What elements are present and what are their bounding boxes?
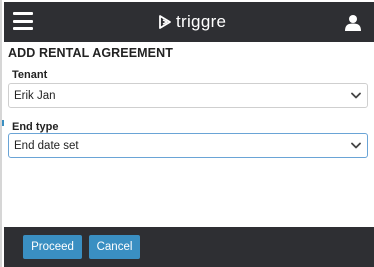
footer-bar: Proceed Cancel — [4, 227, 374, 267]
end-type-select-value: End date set — [14, 139, 79, 152]
cancel-button[interactable]: Cancel — [89, 235, 140, 259]
brand-name: triggre — [176, 12, 227, 31]
user-icon[interactable] — [345, 14, 361, 31]
hamburger-menu-icon[interactable] — [13, 12, 33, 30]
top-bar: triggre — [4, 2, 374, 42]
page-title: ADD RENTAL AGREEMENT — [8, 46, 173, 60]
end-type-select[interactable]: End date set — [8, 133, 368, 158]
end-type-label: End type — [12, 121, 59, 133]
app-window: triggre ADD RENTAL AGREEMENT Tenant Erik… — [0, 0, 374, 267]
edge-marker — [2, 120, 4, 126]
proceed-button[interactable]: Proceed — [23, 235, 82, 259]
form-content: ADD RENTAL AGREEMENT — [8, 46, 370, 60]
tenant-label: Tenant — [12, 69, 48, 81]
chevron-down-icon — [351, 142, 361, 149]
tenant-select-value: Erik Jan — [14, 89, 56, 102]
brand: triggre — [158, 13, 226, 31]
triggre-logo-icon — [159, 15, 171, 29]
chevron-down-icon — [351, 92, 361, 99]
tenant-select[interactable]: Erik Jan — [8, 83, 368, 108]
